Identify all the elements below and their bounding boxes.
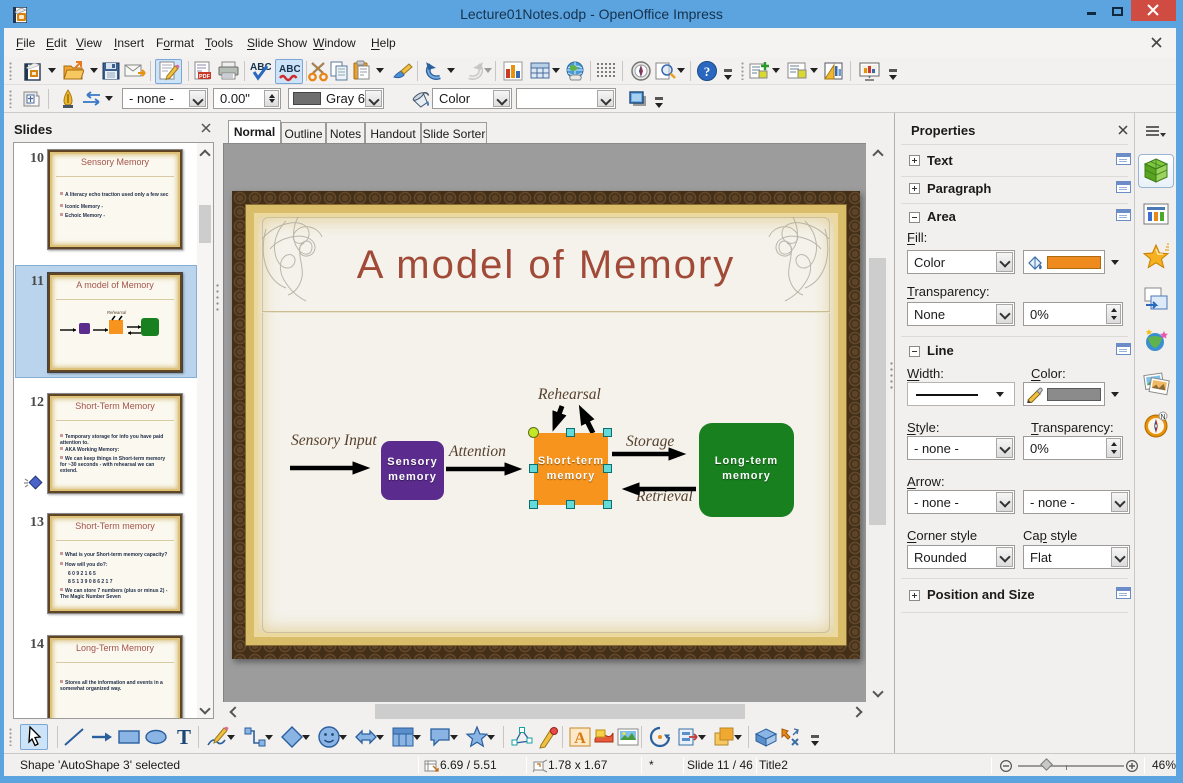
svg-text:ABC: ABC [279, 64, 300, 75]
svg-text:N: N [1160, 414, 1165, 421]
svg-text:PDF: PDF [199, 74, 211, 80]
svg-text:?: ? [704, 64, 711, 79]
svg-text:Rehearsal: Rehearsal [107, 310, 127, 315]
svg-text:A: A [574, 730, 586, 747]
svg-text:ABC: ABC [250, 62, 271, 73]
